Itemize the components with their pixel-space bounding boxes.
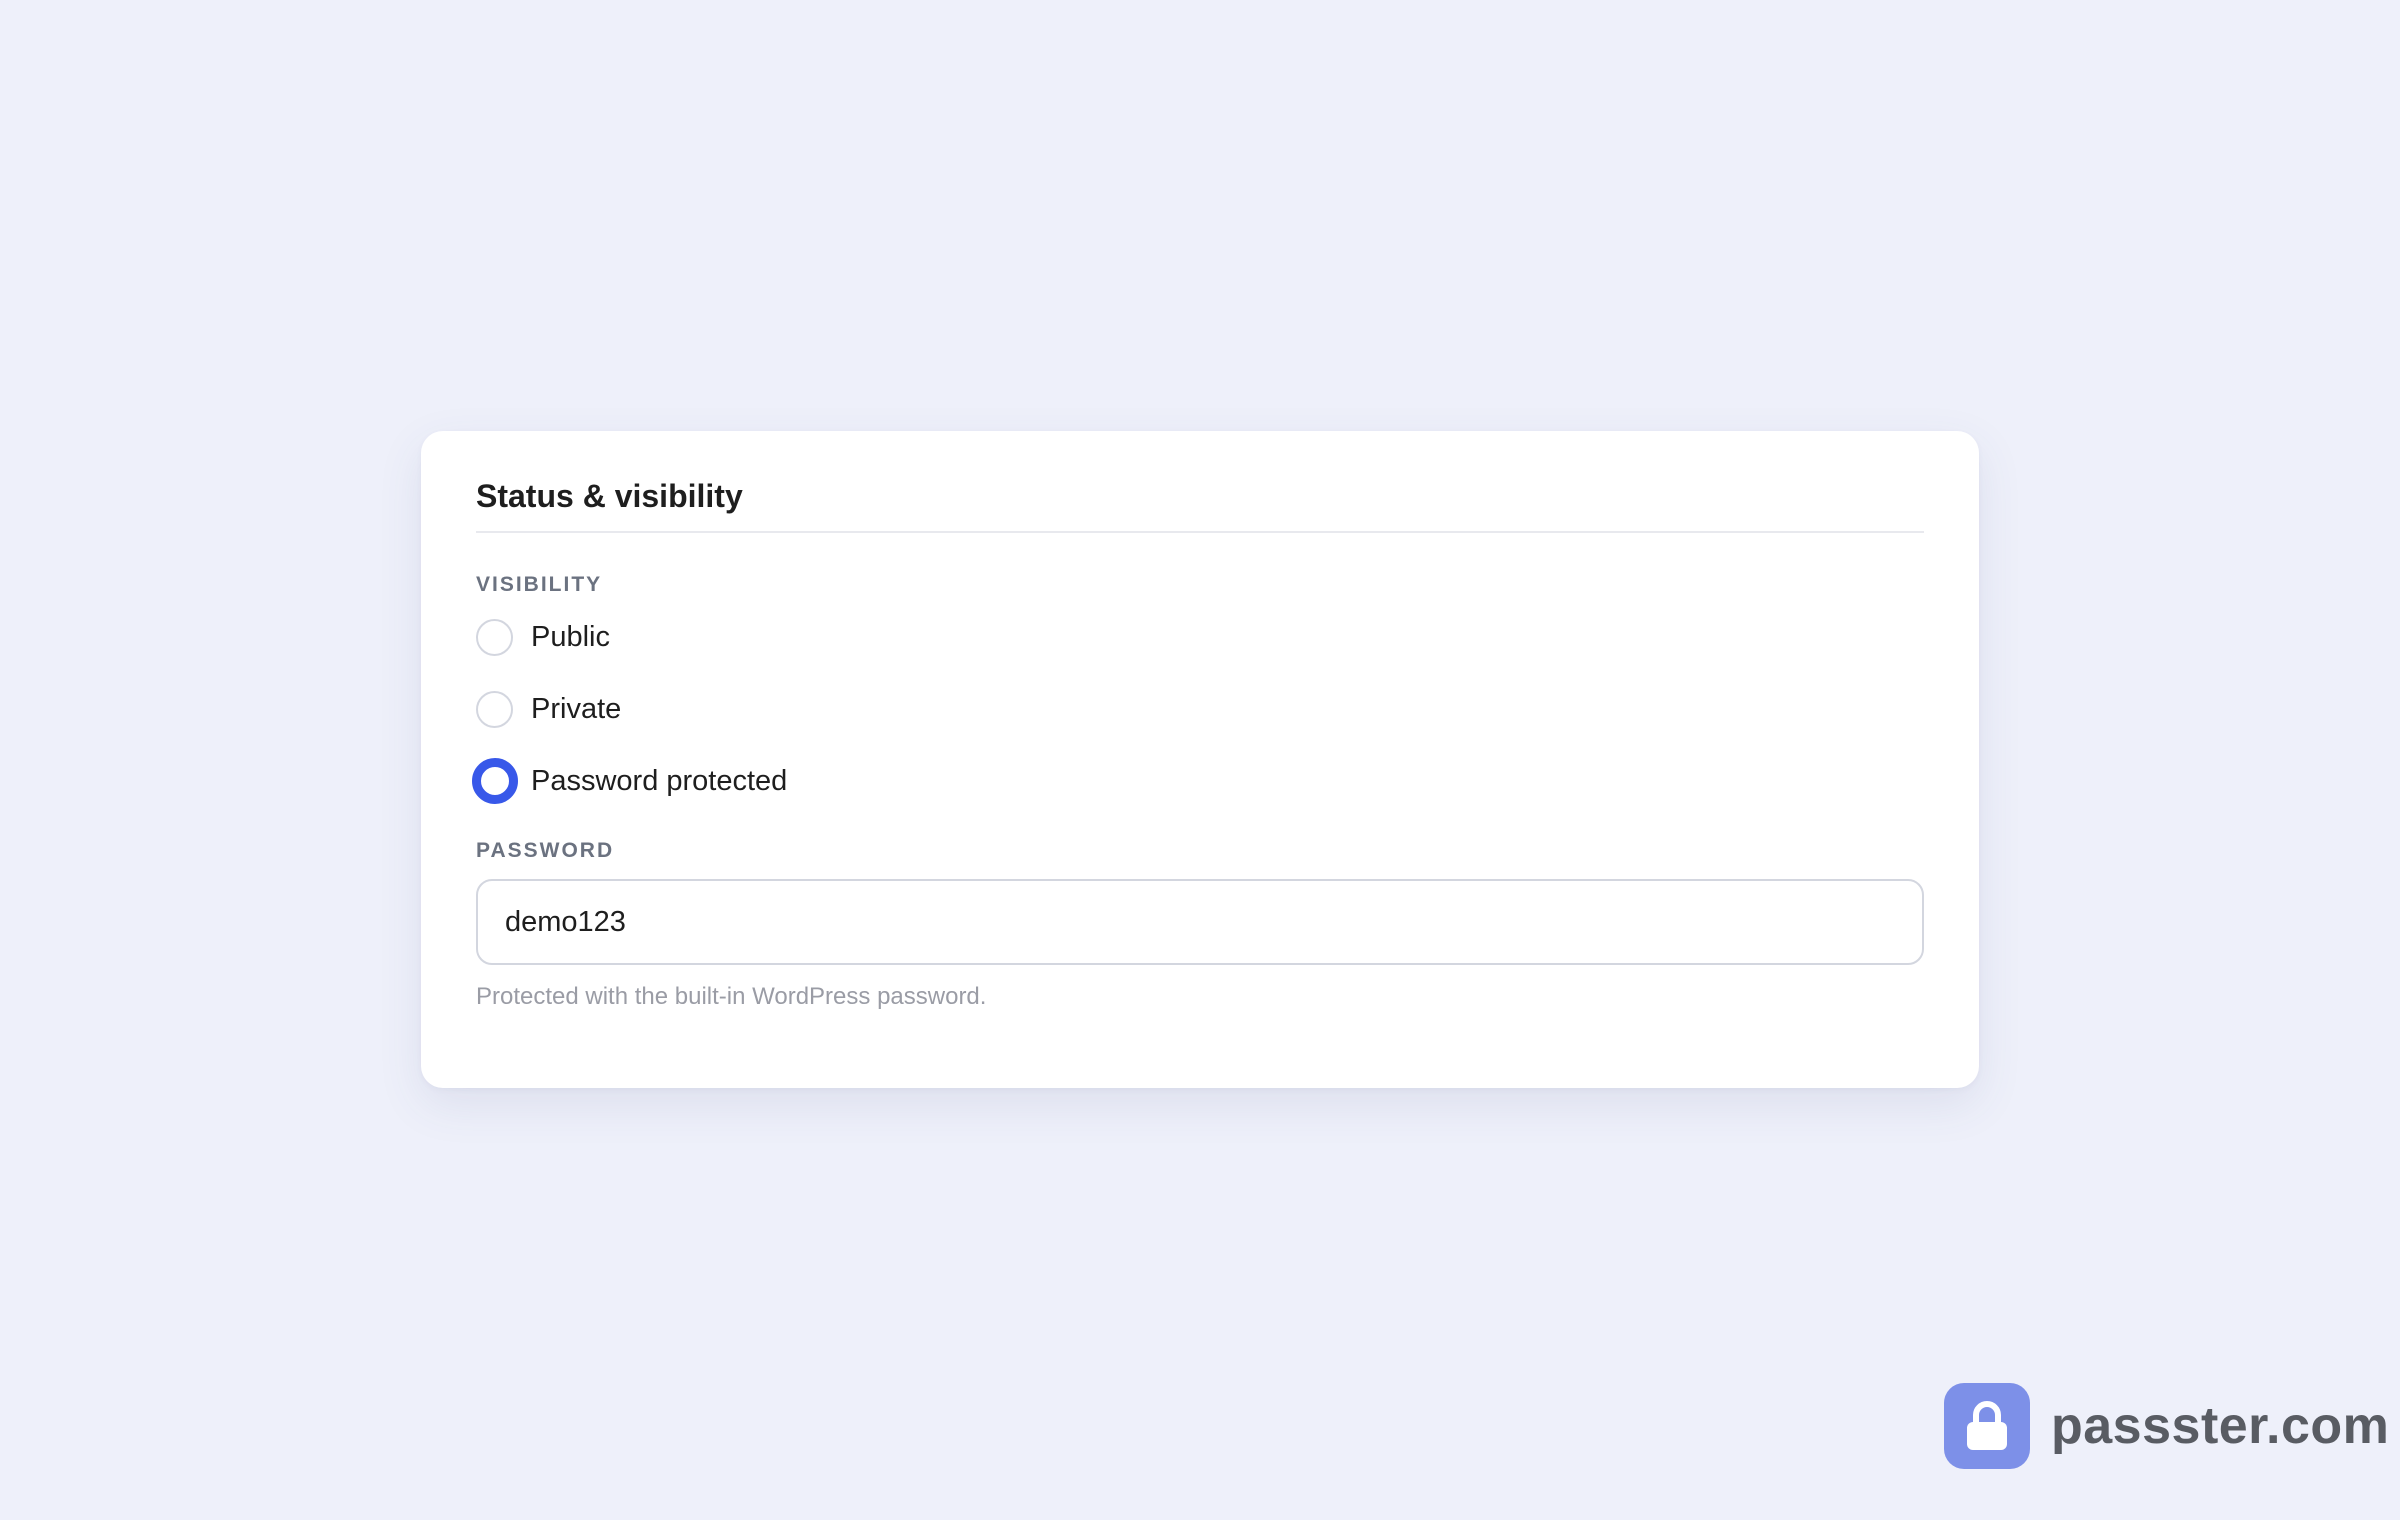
radio-button-public[interactable]	[476, 618, 513, 656]
password-label: PASSWORD	[476, 839, 615, 862]
visibility-radio-group: Public Private Password protected	[472, 617, 1924, 804]
radio-label-password-protected: Password protected	[531, 764, 788, 797]
password-input[interactable]	[476, 879, 1924, 965]
radio-button-private[interactable]	[476, 690, 513, 728]
panel-title: Status & visibility	[476, 478, 743, 514]
brand-logo: passster.com	[1944, 1383, 2389, 1469]
lock-icon	[1944, 1383, 2030, 1469]
radio-option-private[interactable]: Private	[476, 689, 1924, 729]
radio-button-password-protected[interactable]	[472, 758, 518, 804]
radio-option-password-protected[interactable]: Password protected	[472, 758, 1924, 804]
status-visibility-panel: Status & visibility VISIBILITY Public Pr…	[421, 431, 1979, 1088]
brand-text: passster.com	[2051, 1397, 2390, 1455]
password-help-text: Protected with the built-in WordPress pa…	[476, 983, 987, 1010]
visibility-label: VISIBILITY	[476, 573, 603, 596]
radio-option-public[interactable]: Public	[476, 617, 1924, 657]
panel-divider	[476, 531, 1924, 533]
radio-label-private: Private	[531, 692, 622, 725]
radio-label-public: Public	[531, 620, 610, 653]
